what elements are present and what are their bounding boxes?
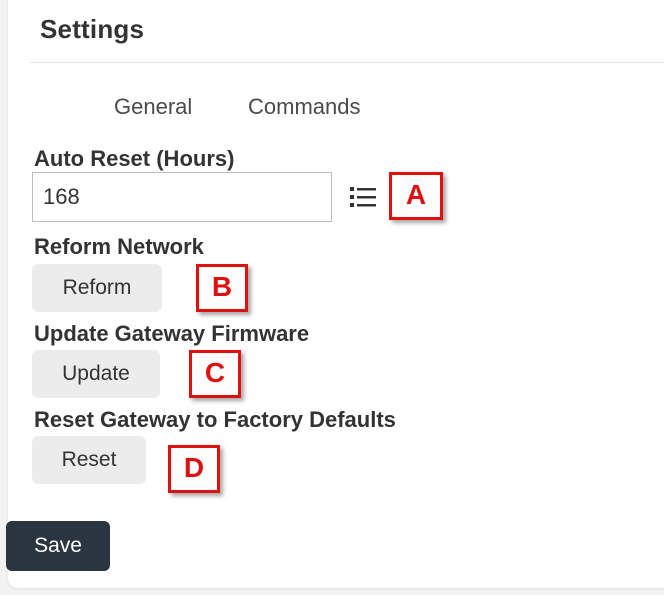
tab-commands[interactable]: Commands — [248, 94, 360, 120]
list-icon[interactable] — [350, 185, 376, 209]
settings-title: Settings — [40, 14, 145, 44]
save-button[interactable]: Save — [6, 521, 110, 571]
update-firmware-label: Update Gateway Firmware — [34, 321, 310, 346]
reform-button[interactable]: Reform — [32, 264, 162, 312]
update-button[interactable]: Update — [32, 350, 160, 398]
reform-network-label: Reform Network — [34, 234, 204, 259]
header-divider — [30, 62, 664, 63]
auto-reset-input[interactable] — [32, 172, 332, 222]
tab-general[interactable]: General — [114, 94, 192, 120]
auto-reset-label: Auto Reset (Hours) — [34, 146, 235, 171]
settings-panel: Settings General Commands Auto Reset (Ho… — [8, 0, 664, 588]
annotation-marker-d: D — [168, 445, 220, 493]
annotation-marker-b: B — [196, 264, 248, 312]
reset-button[interactable]: Reset — [32, 436, 146, 484]
factory-reset-label: Reset Gateway to Factory Defaults — [34, 407, 396, 432]
annotation-marker-c: C — [189, 350, 241, 398]
annotation-marker-a: A — [389, 172, 443, 220]
